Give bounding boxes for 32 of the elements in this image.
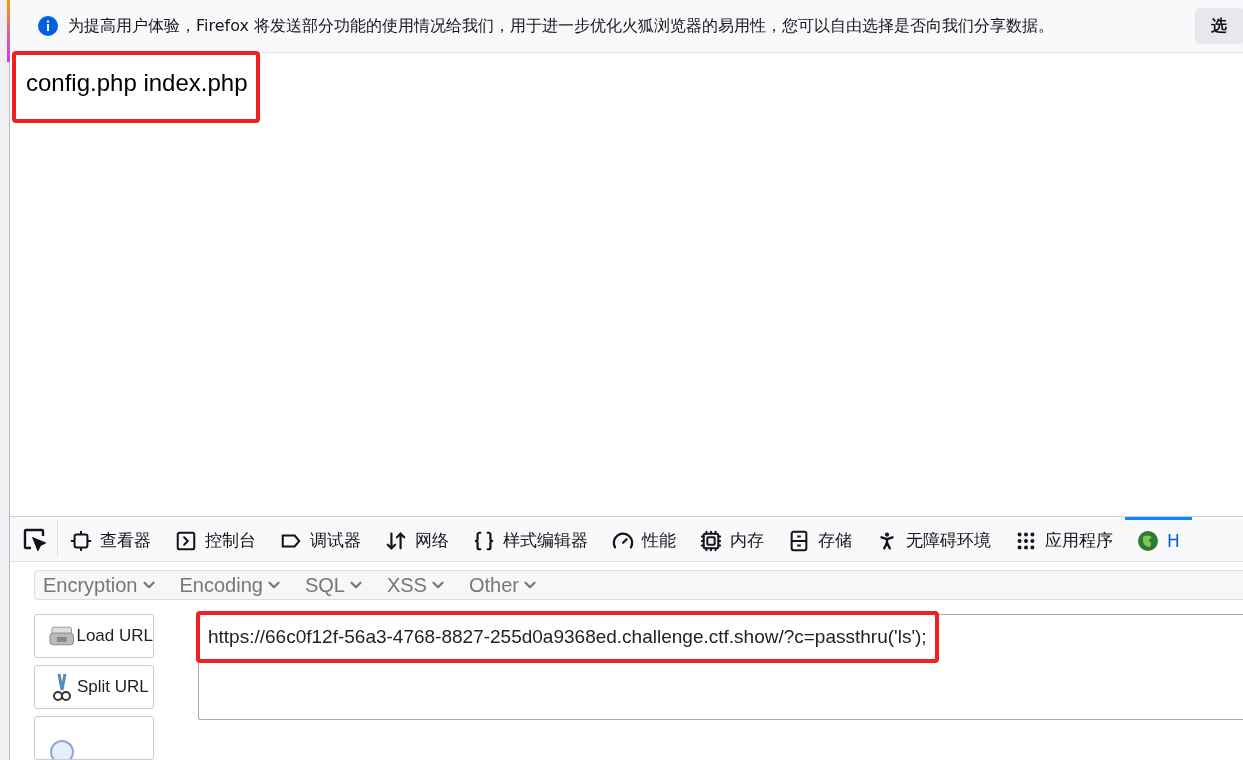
devtools-tab[interactable]: 应用程序	[1003, 517, 1125, 561]
storage-icon	[788, 529, 810, 552]
page-output: config.php index.php	[12, 51, 260, 123]
devtools-tab[interactable]: 网络	[373, 517, 461, 561]
devtools-tab[interactable]: 调试器	[268, 517, 373, 561]
devtools-tab[interactable]: 性能	[600, 517, 688, 561]
hackbar-action-button[interactable]: Split URL	[34, 665, 154, 709]
devtools-tab[interactable]: 控制台	[163, 517, 268, 561]
devtools-tab[interactable]: 样式编辑器	[461, 517, 600, 561]
hackbar-menu[interactable]: SQL	[298, 573, 375, 597]
info-icon	[38, 16, 58, 36]
devtools-tab[interactable]: H	[1125, 517, 1192, 561]
devtools-tab[interactable]: 无障碍环境	[864, 517, 1003, 561]
notification-message: 为提高用户体验，Firefox 将发送部分功能的使用情况给我们，用于进一步优化火狐浏览器的易用性，您可以自由选择是否向我们分享数据。	[68, 15, 1055, 37]
choose-button[interactable]: 选	[1195, 8, 1243, 44]
inspector-icon	[70, 529, 92, 552]
braces-icon	[473, 529, 495, 552]
url-field[interactable]: https://66c0f12f-56a3-4768-8827-255d0a9368ed.challenge.ctf.show/?c=passthru('ls');	[198, 614, 1243, 720]
url-text: https://66c0f12f-56a3-4768-8827-255d0a9368ed.challenge.ctf.show/?c=passthru('ls');	[196, 611, 939, 663]
console-icon	[175, 529, 197, 552]
printer-icon	[49, 625, 75, 647]
hackbar-menu[interactable]: Other	[462, 573, 549, 597]
devtools-tab[interactable]: 内存	[688, 517, 776, 561]
hackbar-action-button[interactable]: Load URL	[34, 614, 154, 658]
hackbar-menu[interactable]: XSS	[380, 573, 457, 597]
devtools-tab[interactable]: 查看器	[58, 517, 163, 561]
picker-icon	[21, 527, 46, 551]
hackbar-menu[interactable]: Encoding	[173, 573, 293, 597]
devtools-tab[interactable]: 存储	[776, 517, 864, 561]
hackbar-menu[interactable]: Encryption	[37, 573, 168, 597]
globe-icon	[1137, 529, 1159, 552]
chip-icon	[700, 529, 722, 552]
